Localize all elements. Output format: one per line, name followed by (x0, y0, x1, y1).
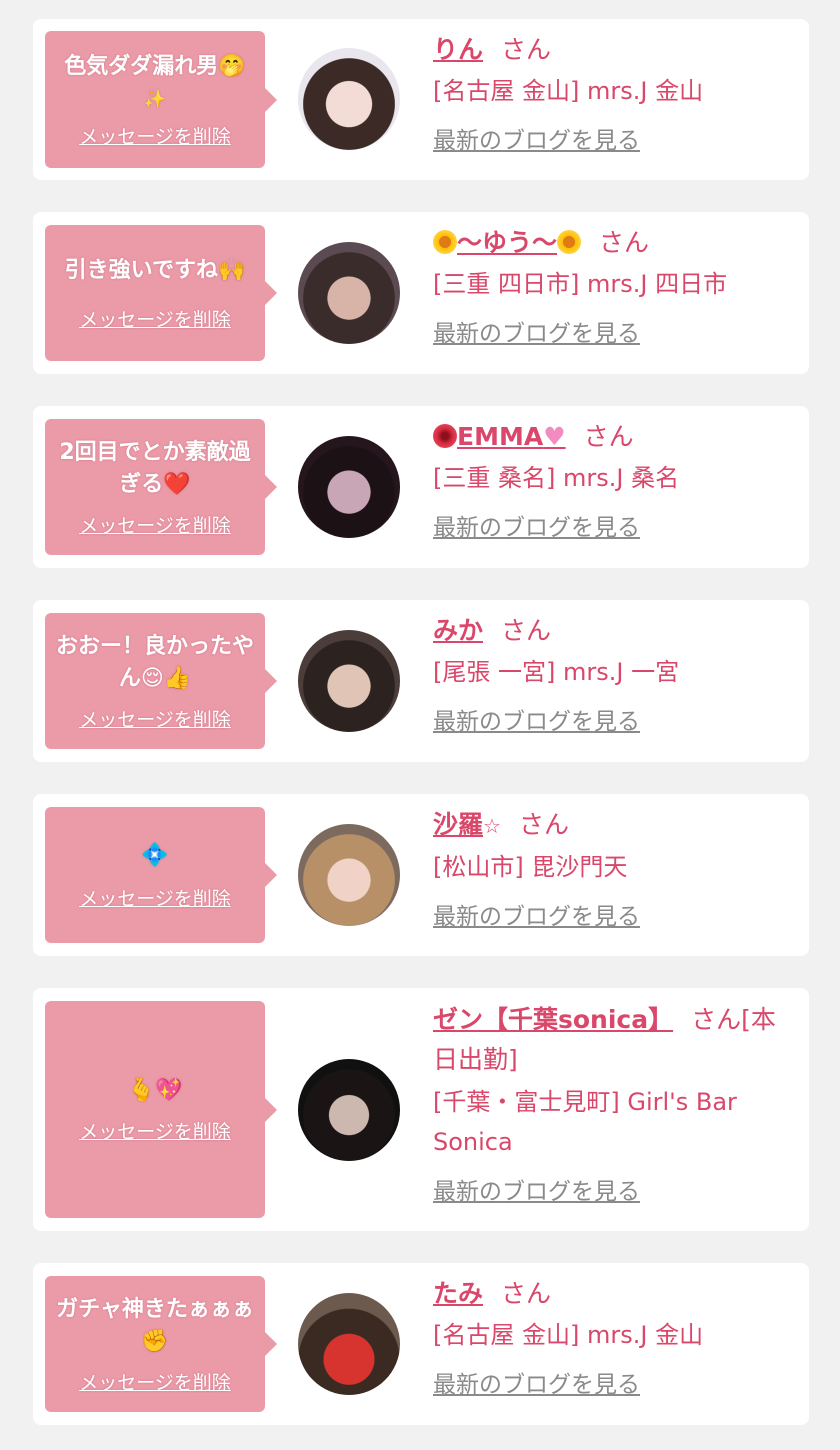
honorific: さん (518, 810, 569, 839)
delete-message-link[interactable]: メッセージを削除 (79, 305, 231, 332)
name-line: たみ さん (433, 1275, 793, 1313)
message-card: 💠 メッセージを削除 沙羅☆ さん [松山市] 毘沙門天 最新のブログを見る (33, 794, 809, 956)
latest-blog-link[interactable]: 最新のブログを見る (433, 1365, 640, 1399)
latest-blog-link[interactable]: 最新のブログを見る (433, 121, 640, 155)
shop-label: [三重 桑名] mrs.J 桑名 (433, 464, 680, 492)
cast-info: りん さん [名古屋 金山] mrs.J 金山 最新のブログを見る (433, 31, 793, 155)
latest-blog-link[interactable]: 最新のブログを見る (433, 1172, 640, 1206)
avatar[interactable] (298, 1293, 400, 1395)
name-line: みか さん (433, 612, 793, 650)
latest-blog-link[interactable]: 最新のブログを見る (433, 897, 640, 931)
shop-label: [名古屋 金山] mrs.J 金山 (433, 1321, 704, 1349)
name-line: ゼン【千葉sonica】 さん[本日出勤] (433, 1000, 793, 1080)
message-card: 🫰💖 メッセージを削除 ゼン【千葉sonica】 さん[本日出勤] [千葉・富士見… (33, 988, 809, 1231)
message-text: 色気ダダ漏れ男🤭 ✨ (64, 51, 245, 116)
avatar[interactable] (298, 242, 400, 344)
message-card: おおー！良かったやん😌👍 メッセージを削除 みか さん [尾張 一宮] mrs.J… (33, 600, 809, 762)
message-bubble: 2回目でとか素敵過ぎる❤️ メッセージを削除 (45, 419, 277, 555)
shop-label: [松山市] 毘沙門天 (433, 853, 628, 881)
avatar[interactable] (298, 48, 400, 150)
delete-message-link[interactable]: メッセージを削除 (79, 705, 231, 732)
message-text-line: 2回目でとか素敵過ぎる (59, 439, 251, 497)
sunflower-icon (557, 230, 582, 254)
message-text-line: ガチャ神きたぁぁぁ (56, 1296, 254, 1322)
cast-name-link[interactable]: EMMA♥ (433, 422, 566, 451)
latest-blog-link[interactable]: 最新のブログを見る (433, 702, 640, 736)
honorific: さん (501, 616, 552, 645)
raised-fist-icon: ✊ (141, 1328, 169, 1354)
shop-label: [尾張 一宮] mrs.J 一宮 (433, 658, 680, 686)
honorific: さん (583, 422, 634, 451)
cast-info: みか さん [尾張 一宮] mrs.J 一宮 最新のブログを見る (433, 612, 793, 736)
smile-thumbs-up-icon: 😌👍 (140, 665, 192, 691)
message-bubble: ガチャ神きたぁぁぁ ✊ メッセージを削除 (45, 1276, 277, 1412)
cast-name-link[interactable]: りん (433, 35, 483, 64)
delete-message-link[interactable]: メッセージを削除 (79, 122, 231, 149)
message-card: ガチャ神きたぁぁぁ ✊ メッセージを削除 たみ さん [名古屋 金山] mrs.J … (33, 1263, 809, 1425)
name-line: 〜ゆう〜 さん (433, 224, 793, 262)
cast-info: 沙羅☆ さん [松山市] 毘沙門天 最新のブログを見る (433, 806, 793, 931)
cast-info: EMMA♥ さん [三重 桑名] mrs.J 桑名 最新のブログを見る (433, 418, 793, 542)
message-text: 2回目でとか素敵過ぎる❤️ (53, 437, 257, 501)
honorific: さん (501, 1279, 552, 1308)
honorific: さん (599, 228, 650, 257)
shop-label: [名古屋 金山] mrs.J 金山 (433, 77, 704, 105)
message-text-line: 色気ダダ漏れ男🤭 (64, 53, 246, 79)
name-line: りん さん (433, 31, 793, 69)
cast-name-link[interactable]: 〜ゆう〜 (433, 228, 582, 257)
message-card: 色気ダダ漏れ男🤭 ✨ メッセージを削除 りん さん [名古屋 金山] mrs.J … (33, 19, 809, 180)
cast-name-link[interactable]: ゼン【千葉sonica】 (433, 1005, 673, 1034)
sunflower-icon (433, 230, 457, 254)
finger-heart-emoji: 🫰💖 (127, 1078, 183, 1103)
avatar[interactable] (298, 630, 400, 732)
name-line: 沙羅☆ さん (433, 806, 793, 845)
latest-blog-link[interactable]: 最新のブログを見る (433, 508, 640, 542)
message-bubble: 🫰💖 メッセージを削除 (45, 1001, 277, 1218)
cast-info: ゼン【千葉sonica】 さん[本日出勤] [千葉・富士見町] Girl's Ba… (433, 1000, 793, 1206)
flower-emoji-icon: 💠 (141, 842, 169, 868)
shop-label: [千葉・富士見町] Girl's Bar Sonica (433, 1088, 737, 1156)
avatar[interactable] (298, 1059, 400, 1161)
message-card: 引き強いですね🙌 メッセージを削除 〜ゆう〜 さん [三重 四日市] mrs.J … (33, 212, 809, 374)
delete-message-link[interactable]: メッセージを削除 (79, 1368, 231, 1395)
red-heart-icon: ❤️ (163, 471, 191, 497)
latest-blog-link[interactable]: 最新のブログを見る (433, 314, 640, 348)
star-icon: ☆ (483, 814, 501, 838)
message-bubble: 色気ダダ漏れ男🤭 ✨ メッセージを削除 (45, 31, 277, 168)
pink-heart-icon: ♥ (543, 422, 566, 451)
avatar[interactable] (298, 824, 400, 926)
name-line: EMMA♥ さん (433, 418, 793, 456)
message-text: おおー！良かったやん😌👍 (53, 631, 257, 695)
message-text: ガチャ神きたぁぁぁ ✊ (53, 1294, 257, 1358)
cast-name-link[interactable]: 沙羅 (433, 810, 483, 839)
message-list: 色気ダダ漏れ男🤭 ✨ メッセージを削除 りん さん [名古屋 金山] mrs.J … (0, 0, 840, 1450)
cast-name-link[interactable]: みか (433, 616, 483, 645)
delete-message-link[interactable]: メッセージを削除 (79, 1117, 231, 1144)
cast-info: たみ さん [名古屋 金山] mrs.J 金山 最新のブログを見る (433, 1275, 793, 1399)
cast-name-link[interactable]: たみ (433, 1279, 483, 1308)
avatar[interactable] (298, 436, 400, 538)
message-bubble: おおー！良かったやん😌👍 メッセージを削除 (45, 613, 277, 749)
delete-message-link[interactable]: メッセージを削除 (79, 511, 231, 538)
honorific: さん (501, 35, 552, 64)
message-bubble: 💠 メッセージを削除 (45, 807, 277, 943)
message-text: 引き強いですね🙌 (64, 257, 246, 283)
rose-icon (433, 424, 457, 448)
cast-info: 〜ゆう〜 さん [三重 四日市] mrs.J 四日市 最新のブログを見る (433, 224, 793, 348)
message-card: 2回目でとか素敵過ぎる❤️ メッセージを削除 EMMA♥ さん [三重 桑名] m… (33, 406, 809, 568)
message-bubble: 引き強いですね🙌 メッセージを削除 (45, 225, 277, 361)
delete-message-link[interactable]: メッセージを削除 (79, 884, 231, 911)
shop-label: [三重 四日市] mrs.J 四日市 (433, 270, 728, 298)
sparkles-icon: ✨ (143, 88, 167, 110)
